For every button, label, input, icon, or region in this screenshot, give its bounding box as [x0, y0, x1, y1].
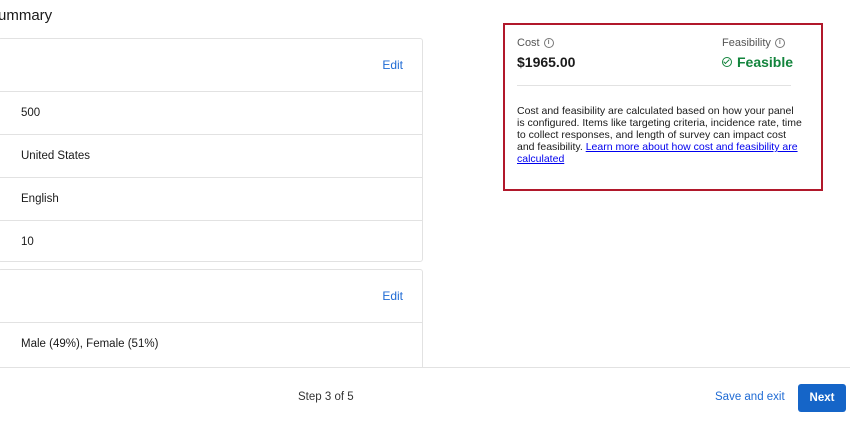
cost-feasibility-summary: Cost i $1965.00 Feasibility i Feasible C…	[503, 23, 823, 191]
cost-block: Cost i $1965.00	[517, 37, 575, 70]
page-title: ummary	[0, 7, 53, 24]
check-circle-icon	[722, 57, 732, 67]
cost-info-icon[interactable]: i	[543, 38, 554, 48]
footer-bar: Step 3 of 5 Save and exit Next	[0, 367, 850, 424]
step-indicator: Step 3 of 5	[298, 391, 354, 403]
feasibility-block: Feasibility i Feasible	[722, 37, 793, 70]
language-value: English	[21, 193, 59, 205]
feasibility-info-icon[interactable]: i	[774, 38, 785, 48]
panel-size-value: 500	[21, 107, 41, 119]
gender-value: Male (49%), Female (51%)	[21, 338, 159, 350]
country-row: United States	[0, 135, 422, 178]
edit-targeting-link[interactable]: Edit	[382, 289, 403, 303]
save-and-exit-button[interactable]: Save and exit	[715, 391, 785, 403]
language-row: English	[0, 178, 422, 221]
edit-panel-details-link[interactable]: Edit	[382, 58, 403, 72]
cost-description: Cost and feasibility are calculated base…	[517, 105, 802, 165]
survey-length-value: 10	[21, 236, 34, 248]
cost-label: Cost	[517, 37, 540, 49]
next-button[interactable]: Next	[798, 384, 846, 412]
divider	[517, 85, 791, 86]
feasibility-value: Feasible	[737, 54, 794, 70]
panel-details-card: Edit 500 United States English 10	[0, 38, 423, 262]
card-header: Edit	[0, 39, 422, 92]
card-header: Edit	[0, 270, 422, 323]
feasibility-label: Feasibility	[722, 37, 771, 49]
gender-row: Male (49%), Female (51%)	[0, 323, 422, 365]
cost-value: $1965.00	[517, 54, 576, 70]
country-value: United States	[21, 150, 91, 162]
survey-length-row: 10	[0, 221, 422, 263]
panel-size-row: 500	[0, 92, 422, 135]
